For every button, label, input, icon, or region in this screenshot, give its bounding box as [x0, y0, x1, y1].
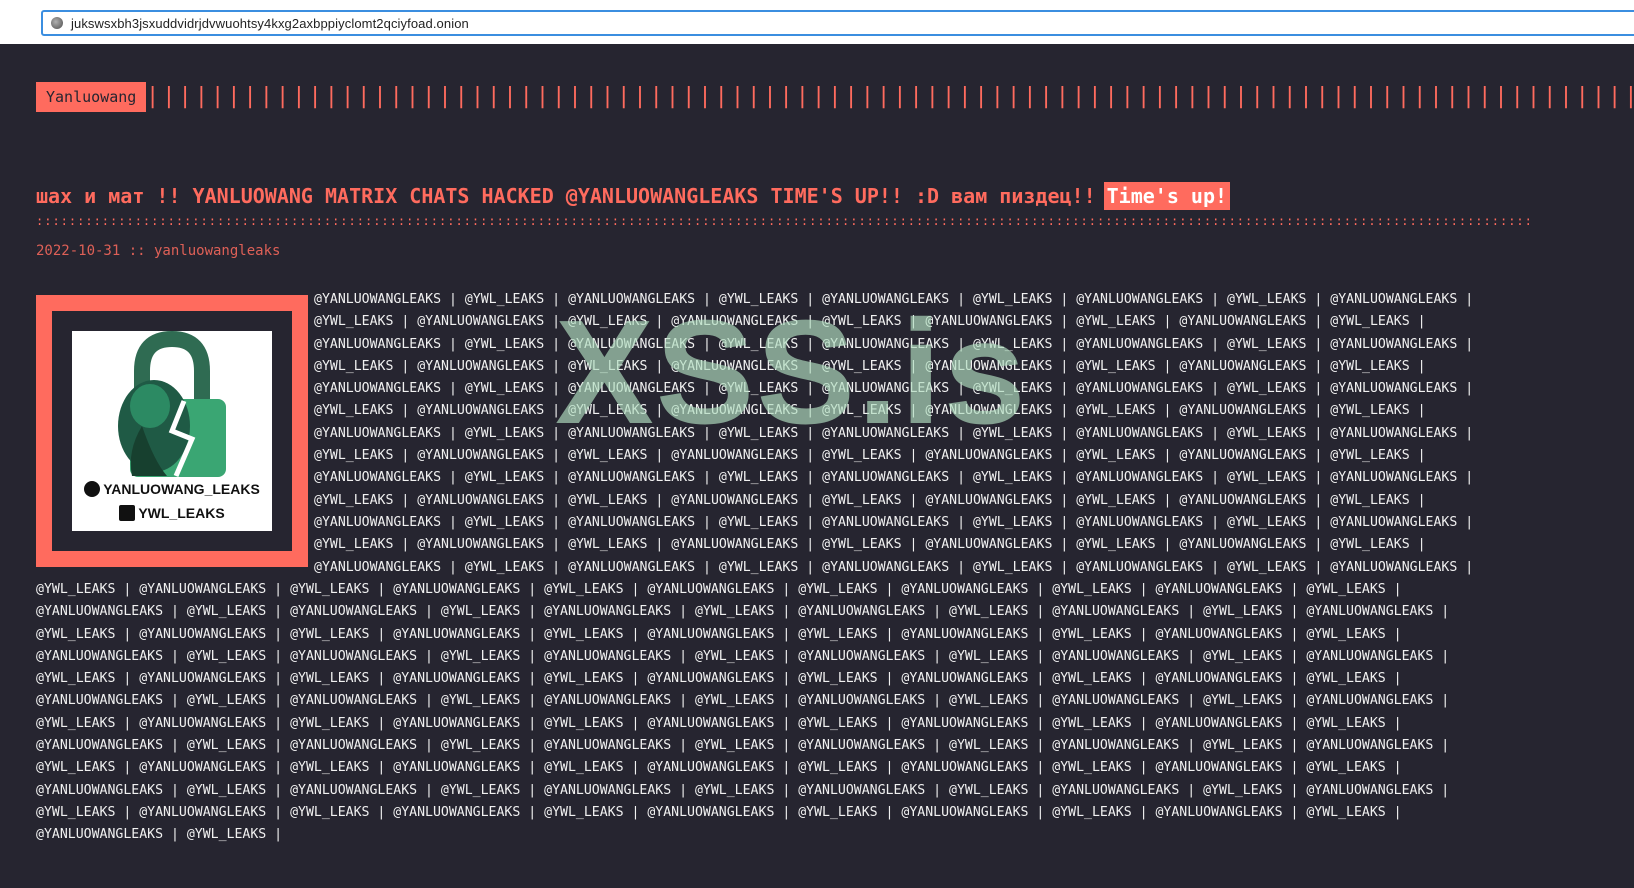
avatar: YANLUOWANG_LEAKS YWL_LEAKS: [36, 295, 308, 567]
post-title-text: шах и мат !! YANLUOWANG MATRIX CHATS HAC…: [36, 184, 1096, 208]
browser-chrome: jukswsxbh3jsxuddvidrjdvwuohtsy4kxg2axbpp…: [0, 0, 1634, 44]
twitter-icon: [84, 481, 101, 497]
avatar-image: YANLUOWANG_LEAKS YWL_LEAKS: [72, 331, 272, 531]
title-divider: ::::::::::::::::::::::::::::::::::::::::…: [36, 214, 1533, 228]
site-logo[interactable]: Yanluowang: [36, 82, 147, 112]
address-url[interactable]: jukswsxbh3jsxuddvidrjdvwuohtsy4kxg2axbpp…: [71, 16, 469, 31]
telegram-handle: YWL_LEAKS: [72, 505, 272, 521]
leak-text-top: @YANLUOWANGLEAKS | @YWL_LEAKS | @YANLUOW…: [314, 292, 1474, 575]
telegram-icon: [119, 505, 136, 521]
post-meta: 2022-10-31 :: yanluowangleaks: [36, 243, 281, 259]
post-title[interactable]: шах и мат !! YANLUOWANG MATRIX CHATS HAC…: [36, 182, 1634, 210]
header-bar-decoration: ||||||||||||||||||||||||||||||||||||||||…: [146, 84, 1634, 109]
address-bar[interactable]: jukswsxbh3jsxuddvidrjdvwuohtsy4kxg2axbpp…: [41, 10, 1634, 36]
site-header: Yanluowang |||||||||||||||||||||||||||||…: [36, 82, 1634, 112]
broken-lock-figure-icon: [118, 331, 226, 477]
twitter-handle: YANLUOWANG_LEAKS: [72, 481, 272, 497]
leak-text-bottom: @YWL_LEAKS | @YANLUOWANGLEAKS | @YWL_LEA…: [36, 582, 1450, 843]
site-info-icon[interactable]: [51, 17, 63, 29]
post-title-highlight: Time's up!: [1103, 182, 1231, 210]
